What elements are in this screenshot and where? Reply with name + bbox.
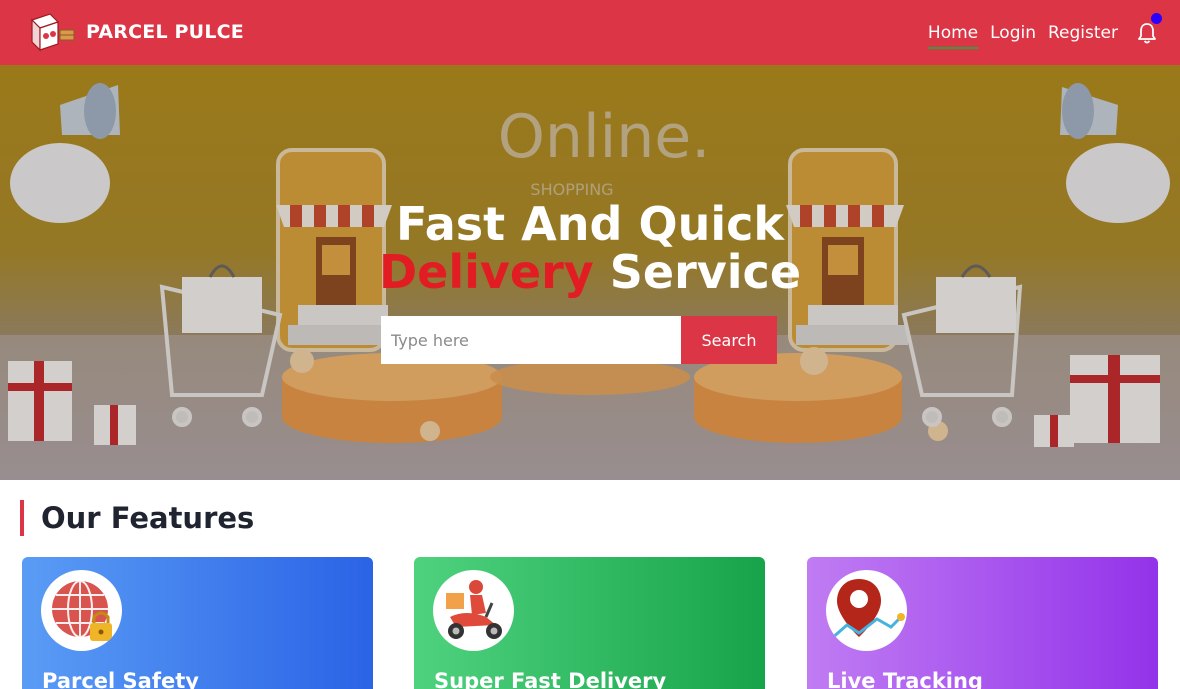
bell-icon	[1138, 22, 1156, 43]
scooter-courier-icon	[433, 570, 514, 651]
feature-card-super-fast-delivery[interactable]: Super Fast Delivery	[414, 557, 765, 689]
notification-button[interactable]	[1136, 12, 1162, 45]
features-header: Our Features	[20, 500, 254, 536]
feature-title-live-tracking: Live Tracking	[827, 669, 983, 689]
map-pin-icon	[826, 570, 907, 651]
nav-link-login[interactable]: Login	[990, 23, 1036, 43]
feature-card-parcel-safety[interactable]: Parcel Safety	[22, 557, 373, 689]
section-accent-bar	[20, 500, 24, 536]
notification-dot	[1151, 12, 1162, 24]
hero-banner: Online. SHOPPING Fast And Quick Delivery…	[0, 65, 1180, 480]
brand-name: PARCEL PULCE	[86, 21, 244, 43]
feature-title-super-fast-delivery: Super Fast Delivery	[434, 669, 667, 689]
hero-title-rest: Service	[593, 245, 802, 299]
globe-lock-icon	[41, 570, 122, 651]
features-title: Our Features	[41, 501, 255, 535]
nav-link-home[interactable]: Home	[927, 23, 979, 49]
parcel-logo-icon	[30, 13, 75, 52]
nav-link-register[interactable]: Register	[1048, 23, 1118, 43]
feature-card-live-tracking[interactable]: Live Tracking	[807, 557, 1158, 689]
hero-title-accent: Delivery	[378, 245, 594, 299]
brand[interactable]: PARCEL PULCE	[24, 10, 244, 54]
search-button[interactable]: Search	[681, 316, 777, 364]
search-bar: Search	[381, 316, 777, 364]
hero-title-line2: Delivery Service	[0, 247, 1180, 297]
feature-title-parcel-safety: Parcel Safety	[42, 669, 199, 689]
nav-links: Home Login Register	[916, 0, 1162, 65]
search-input[interactable]	[381, 316, 681, 364]
navbar: PARCEL PULCE Home Login Register	[0, 0, 1180, 65]
hero-title-line1: Fast And Quick	[396, 197, 784, 251]
